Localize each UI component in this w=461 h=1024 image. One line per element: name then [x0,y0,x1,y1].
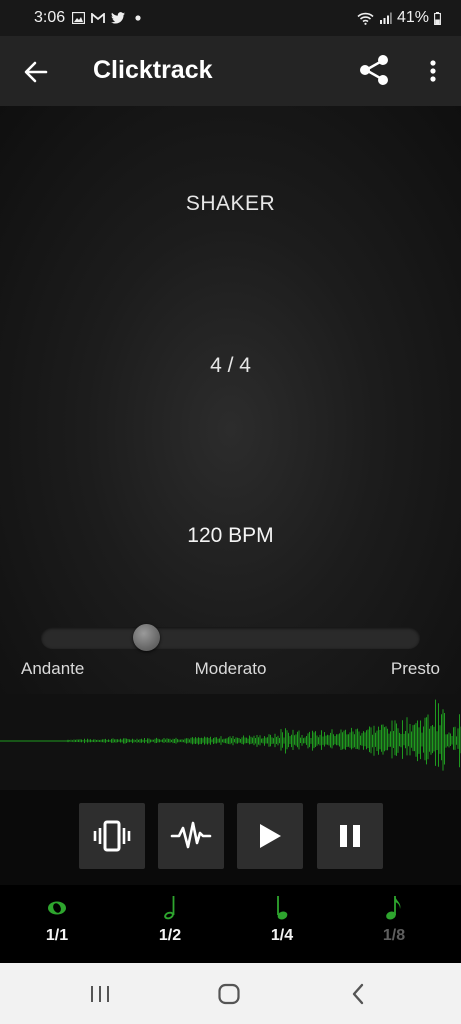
control-bar [0,790,461,885]
note-tab-whole[interactable]: 1/1 [12,885,102,963]
quarter-note-icon [275,895,289,921]
waveform-graphic [0,699,461,771]
gmail-icon [91,11,106,25]
waveform-icon [170,821,212,849]
back-arrow-icon[interactable] [22,58,50,86]
bpm-display[interactable]: 120 BPM [0,524,461,548]
dot-icon [131,11,145,25]
waveform-display [0,694,461,790]
battery-percent: 41% [396,9,429,26]
app-title: Clicktrack [93,56,213,84]
note-label-eighth: 1/8 [382,927,406,944]
note-tab-eighth[interactable]: 1/8 [349,885,439,963]
twitter-icon [111,11,126,25]
note-label-quarter: 1/4 [270,927,294,944]
pause-icon [340,825,360,847]
half-note-icon [163,895,177,921]
note-tab-half[interactable]: 1/2 [125,885,215,963]
more-vert-icon[interactable] [420,54,446,88]
play-icon [260,824,281,848]
whole-note-icon [46,895,68,921]
share-icon[interactable] [356,52,392,88]
metronome-panel: SHAKER 4 / 4 120 BPM Andante Moderato Pr… [0,106,461,694]
tempo-slider-track[interactable] [41,627,420,649]
recent-apps-icon[interactable] [85,980,115,1008]
tempo-slider-thumb[interactable] [132,624,160,651]
waveform-trace [67,699,461,771]
status-time: 3:06 [34,9,66,26]
waveform-button[interactable] [158,803,224,869]
time-signature-selector[interactable]: 4 / 4 [0,354,461,378]
signal-icon [379,11,393,25]
home-icon[interactable] [214,980,244,1008]
eighth-note-icon [385,895,403,921]
pause-button[interactable] [317,803,383,869]
note-label-whole: 1/1 [45,927,69,944]
image-icon [71,11,85,25]
note-label-half: 1/2 [158,927,182,944]
note-value-tabs: 1/1 1/2 1/4 1/8 [0,885,461,963]
note-tab-quarter[interactable]: 1/4 [237,885,327,963]
status-bar: 3:06 41% [0,0,461,36]
wifi-icon [357,11,375,25]
vibrate-button[interactable] [79,803,145,869]
app-bar: Clicktrack [0,36,461,106]
system-nav-bar [0,963,461,1024]
battery-icon [433,11,441,25]
vibrate-icon [93,820,131,852]
play-button[interactable] [237,803,303,869]
sound-selector[interactable]: SHAKER [0,192,461,216]
tempo-label-presto: Presto [390,659,440,678]
back-icon[interactable] [343,980,373,1008]
